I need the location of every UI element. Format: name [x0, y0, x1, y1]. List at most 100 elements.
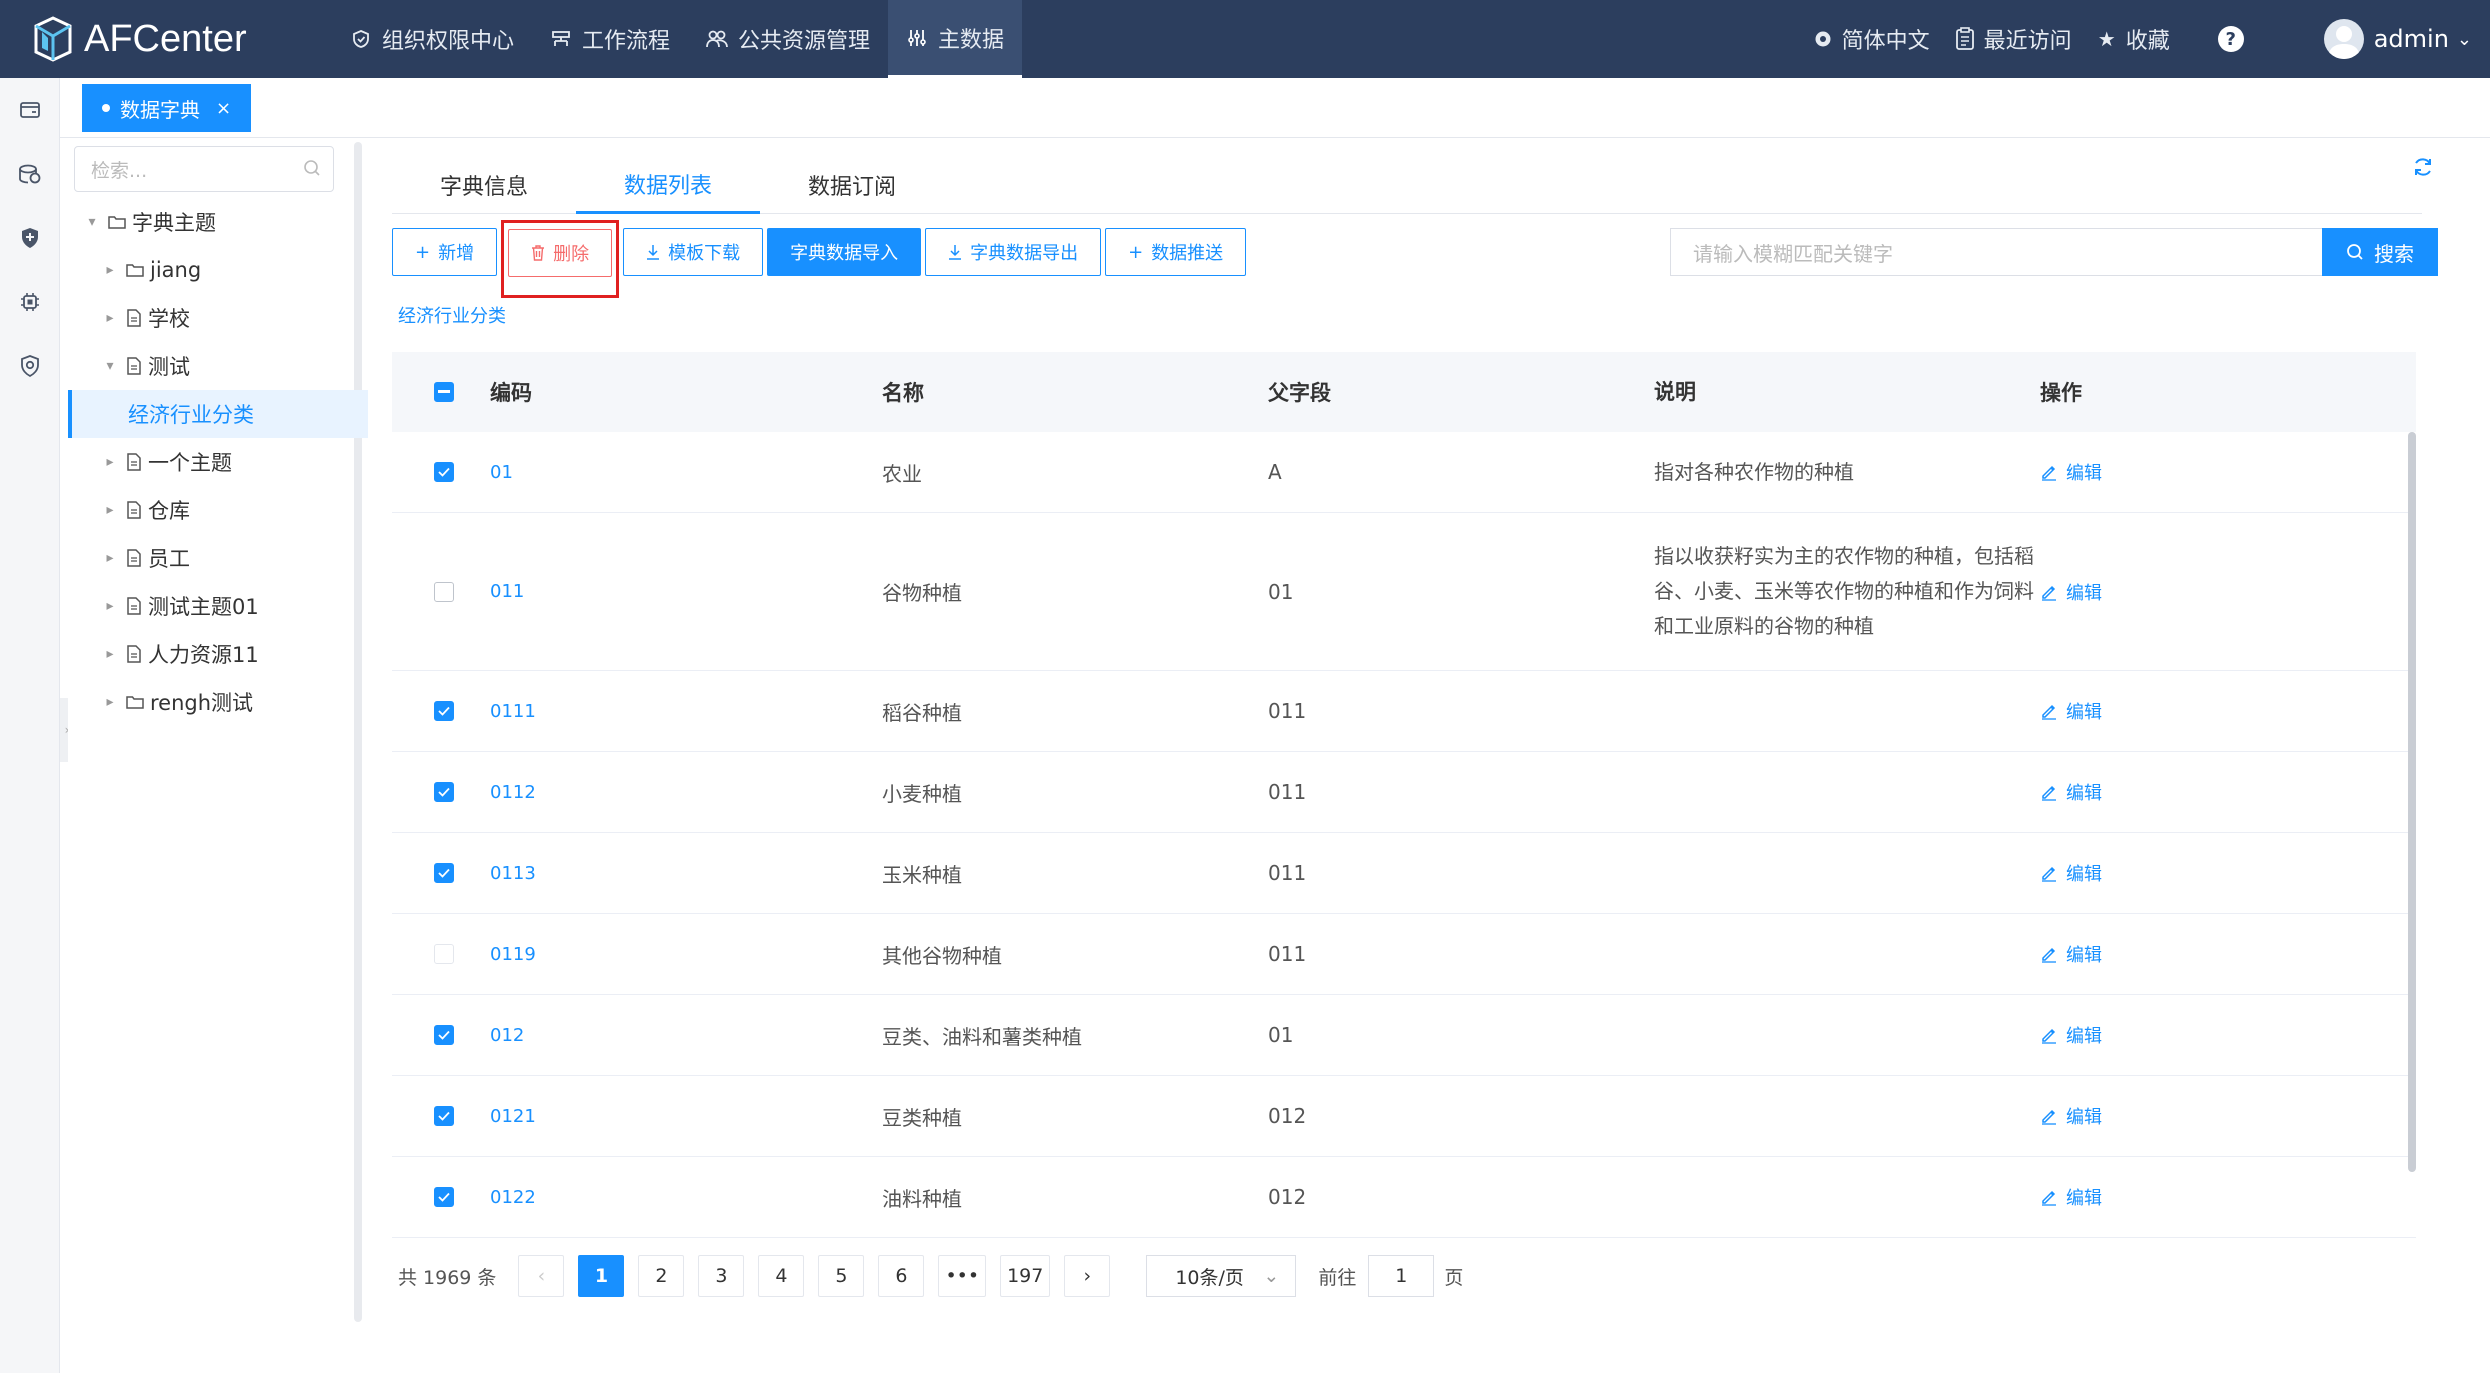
help-icon[interactable]: ? [2217, 26, 2244, 52]
close-icon[interactable]: × [216, 98, 231, 119]
cell-code[interactable]: 0113 [490, 863, 882, 884]
favorites[interactable]: ★ 收藏 [2096, 23, 2170, 55]
edit-button[interactable]: 编辑 [2040, 860, 2102, 886]
caret-right-icon[interactable]: ▸ [102, 262, 118, 278]
nav-master-data[interactable]: 主数据 [888, 0, 1023, 78]
tree-node[interactable]: ▸ jiang [68, 246, 368, 294]
page-button[interactable]: 1 [578, 1255, 625, 1297]
rail-item-database[interactable] [0, 142, 60, 206]
tree-node[interactable]: 经济行业分类 [68, 390, 368, 438]
tree-node[interactable]: ▸ rengh测试 [68, 678, 368, 726]
edit-button[interactable]: 编辑 [2040, 459, 2102, 485]
breadcrumb[interactable]: 经济行业分类 [398, 302, 506, 328]
user-name[interactable]: admin [2374, 25, 2449, 53]
tree-node[interactable]: ▾ 测试 [68, 342, 368, 390]
edit-button[interactable]: 编辑 [2040, 941, 2102, 967]
edit-button[interactable]: 编辑 [2040, 579, 2102, 605]
add-button[interactable]: + 新增 [392, 228, 498, 276]
rail-item-security[interactable] [0, 206, 60, 270]
caret-right-icon[interactable]: ▸ [102, 502, 118, 518]
tree-node[interactable]: ▸ 测试主题01 [68, 582, 368, 630]
next-page-button[interactable]: › [1064, 1255, 1111, 1297]
page-button[interactable]: 5 [818, 1255, 865, 1297]
caret-down-icon[interactable]: ▾ [102, 358, 118, 374]
row-checkbox[interactable] [434, 1187, 454, 1207]
tree-node[interactable]: ▸ 人力资源11 [68, 630, 368, 678]
search-button[interactable]: 搜索 [2322, 228, 2438, 276]
prev-page-button[interactable]: ‹ [518, 1255, 565, 1297]
cell-code[interactable]: 0122 [490, 1187, 882, 1208]
keyword-search-input[interactable]: 请输入模糊匹配关键字 [1670, 228, 2324, 276]
avatar[interactable] [2323, 19, 2364, 59]
dictionary-tree-panel: 检索... ▾ 字典主题 ▸ jiang ▸ 学校 ▾ 测试 经济行业分类 ▸ 一个主题 ▸ 仓库 ▸ 员工… [68, 142, 368, 1322]
template-download-button[interactable]: 模板下载 [623, 228, 764, 276]
import-button[interactable]: 字典数据导入 [767, 228, 922, 276]
tree-search-input[interactable]: 检索... [74, 146, 334, 192]
table-row: 0112 小麦种植 011 编辑 [392, 752, 2416, 833]
page-button[interactable]: 6 [878, 1255, 925, 1297]
tab-data-list[interactable]: 数据列表 [576, 156, 761, 214]
edit-button[interactable]: 编辑 [2040, 779, 2102, 805]
cell-code[interactable]: 012 [490, 1025, 882, 1046]
edit-icon [2040, 1026, 2058, 1044]
row-checkbox[interactable] [434, 782, 454, 802]
row-checkbox[interactable] [434, 1025, 454, 1045]
chevron-down-icon[interactable]: ⌄ [2457, 29, 2472, 50]
export-button[interactable]: 字典数据导出 [925, 228, 1102, 276]
tree-node[interactable]: ▸ 一个主题 [68, 438, 368, 486]
edit-button[interactable]: 编辑 [2040, 698, 2102, 724]
cell-code[interactable]: 01 [490, 462, 882, 483]
nav-public-resources[interactable]: 公共资源管理 [688, 0, 888, 78]
page-button[interactable]: 2 [638, 1255, 685, 1297]
caret-right-icon[interactable]: ▸ [102, 310, 118, 326]
page-tab-data-dictionary[interactable]: 数据字典 × [82, 84, 252, 132]
goto-page-input[interactable]: 1 [1368, 1255, 1435, 1297]
edit-button[interactable]: 编辑 [2040, 1103, 2102, 1129]
cell-code[interactable]: 0111 [490, 701, 882, 722]
select-all-checkbox[interactable] [434, 382, 454, 402]
page-button[interactable]: 197 [1000, 1255, 1051, 1297]
row-checkbox[interactable] [434, 581, 454, 602]
language-switch[interactable]: 简体中文 [1812, 23, 1930, 55]
caret-right-icon[interactable]: ▸ [102, 646, 118, 662]
cell-code[interactable]: 0119 [490, 944, 882, 965]
cell-code[interactable]: 0121 [490, 1106, 882, 1127]
row-checkbox[interactable] [434, 1106, 454, 1126]
page-button[interactable]: 4 [758, 1255, 805, 1297]
tab-dictionary-info[interactable]: 字典信息 [392, 156, 576, 214]
page-button[interactable]: ••• [938, 1255, 987, 1297]
table-scrollbar[interactable] [2408, 432, 2416, 1172]
tree-node[interactable]: ▸ 员工 [68, 534, 368, 582]
page-button[interactable]: 3 [698, 1255, 745, 1297]
nav-workflow[interactable]: 工作流程 [532, 0, 688, 78]
edit-button[interactable]: 编辑 [2040, 1184, 2102, 1210]
delete-button[interactable]: 删除 [508, 229, 613, 277]
tab-data-subscription[interactable]: 数据订阅 [760, 156, 944, 214]
tree-node-label: jiang [150, 258, 202, 282]
rail-item-chip[interactable] [0, 270, 60, 334]
refresh-icon[interactable] [2412, 156, 2434, 182]
tree-node[interactable]: ▸ 仓库 [68, 486, 368, 534]
caret-right-icon[interactable]: ▸ [102, 598, 118, 614]
cell-code[interactable]: 0112 [490, 782, 882, 803]
edit-button[interactable]: 编辑 [2040, 1022, 2102, 1048]
tree-node[interactable]: ▾ 字典主题 [68, 198, 368, 246]
caret-right-icon[interactable]: ▸ [102, 694, 118, 710]
tree-node[interactable]: ▸ 学校 [68, 294, 368, 342]
recent-visits[interactable]: 最近访问 [1954, 23, 2072, 55]
rail-item-wallet[interactable] [0, 78, 60, 142]
nav-org-permissions[interactable]: 组织权限中心 [332, 0, 532, 78]
cell-name: 玉米种植 [882, 862, 962, 887]
push-button[interactable]: + 数据推送 [1105, 228, 1247, 276]
cell-code[interactable]: 011 [490, 581, 882, 602]
row-checkbox[interactable] [434, 944, 454, 964]
row-checkbox[interactable] [434, 863, 454, 883]
row-checkbox[interactable] [434, 701, 454, 721]
app-logo[interactable]: AFCenter [32, 16, 332, 62]
caret-right-icon[interactable]: ▸ [102, 550, 118, 566]
caret-down-icon[interactable]: ▾ [84, 214, 100, 230]
page-size-select[interactable]: 10条/页 ⌄ [1146, 1255, 1297, 1297]
row-checkbox[interactable] [434, 462, 454, 482]
rail-item-settings[interactable] [0, 334, 60, 398]
caret-right-icon[interactable]: ▸ [102, 454, 118, 470]
